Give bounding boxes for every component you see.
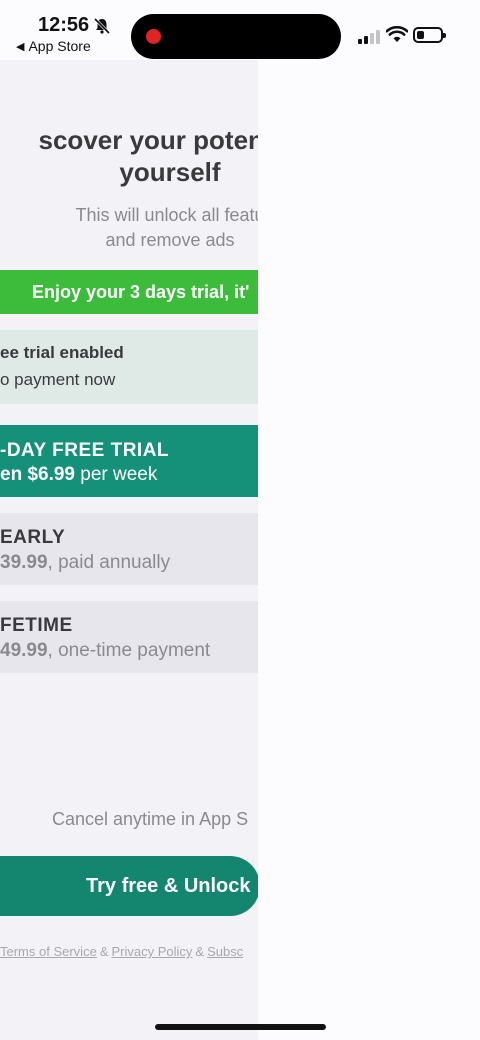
terms-of-service-link[interactable]: Terms of Service (0, 944, 97, 959)
recording-indicator-icon (146, 29, 161, 44)
wifi-icon (386, 26, 408, 42)
plan-lifetime-price: 49.99, one-time payment (0, 640, 210, 662)
back-label: App Store (28, 38, 91, 54)
free-trial-toggle-title: ee trial enabled (0, 343, 124, 362)
privacy-policy-link[interactable]: Privacy Policy (111, 944, 192, 959)
plan-yearly-price-amount: 39.99 (0, 552, 48, 573)
subheadline-line-1: This will unlock all featu (75, 205, 258, 225)
bell-muted-icon (93, 17, 111, 35)
plan-lifetime-price-suffix: , one-time payment (47, 640, 211, 661)
plan-weekly-price: en $6.99 per week (0, 464, 157, 486)
battery-fill (417, 31, 424, 39)
plan-yearly-title: EARLY (0, 527, 66, 548)
plan-weekly-title: -DAY FREE TRIAL (0, 440, 170, 461)
cancel-anytime-note: Cancel anytime in App S (52, 809, 249, 829)
headline-line-2: yourself (119, 157, 221, 187)
plan-yearly-price: 39.99, paid annually (0, 552, 170, 574)
cellular-signal-icon (358, 28, 380, 44)
headline: scover your potential yourself (0, 124, 258, 188)
legal-links: Terms of Service & Privacy Policy & Subsc (0, 944, 243, 959)
dynamic-island (131, 14, 341, 59)
battery-icon (413, 27, 446, 43)
plan-lifetime-price-amount: 49.99 (0, 640, 48, 661)
headline-line-1: scover your potential (38, 125, 258, 155)
paywall-panel: scover your potential yourself This will… (0, 60, 258, 1040)
free-trial-toggle[interactable] (0, 330, 258, 404)
plan-lifetime-title: FETIME (0, 615, 73, 636)
subscription-terms-link[interactable]: Subsc (207, 944, 243, 959)
trial-banner-text: Enjoy your 3 days trial, it' (32, 282, 250, 302)
screen: 12:56 ◀ App Store scover your potential … (0, 0, 480, 1040)
legal-separator: & (195, 944, 205, 959)
back-to-app-store[interactable]: ◀ App Store (16, 38, 91, 54)
plan-weekly-price-amount: en $6.99 (0, 464, 75, 485)
home-indicator[interactable] (155, 1024, 326, 1030)
subheadline-line-2: and remove ads (105, 230, 235, 250)
free-trial-toggle-subtitle: o payment now (0, 370, 116, 389)
plan-option-lifetime[interactable] (0, 601, 258, 673)
try-free-unlock-label: Try free & Unlock (86, 875, 251, 897)
legal-separator: & (99, 944, 109, 959)
status-time: 12:56 (38, 14, 90, 36)
plan-option-yearly[interactable] (0, 513, 258, 585)
subheadline: This will unlock all featu and remove ad… (0, 203, 258, 253)
plan-yearly-price-suffix: , paid annually (47, 552, 171, 573)
plan-weekly-price-suffix: per week (75, 464, 158, 485)
back-arrow-icon: ◀ (16, 40, 25, 53)
